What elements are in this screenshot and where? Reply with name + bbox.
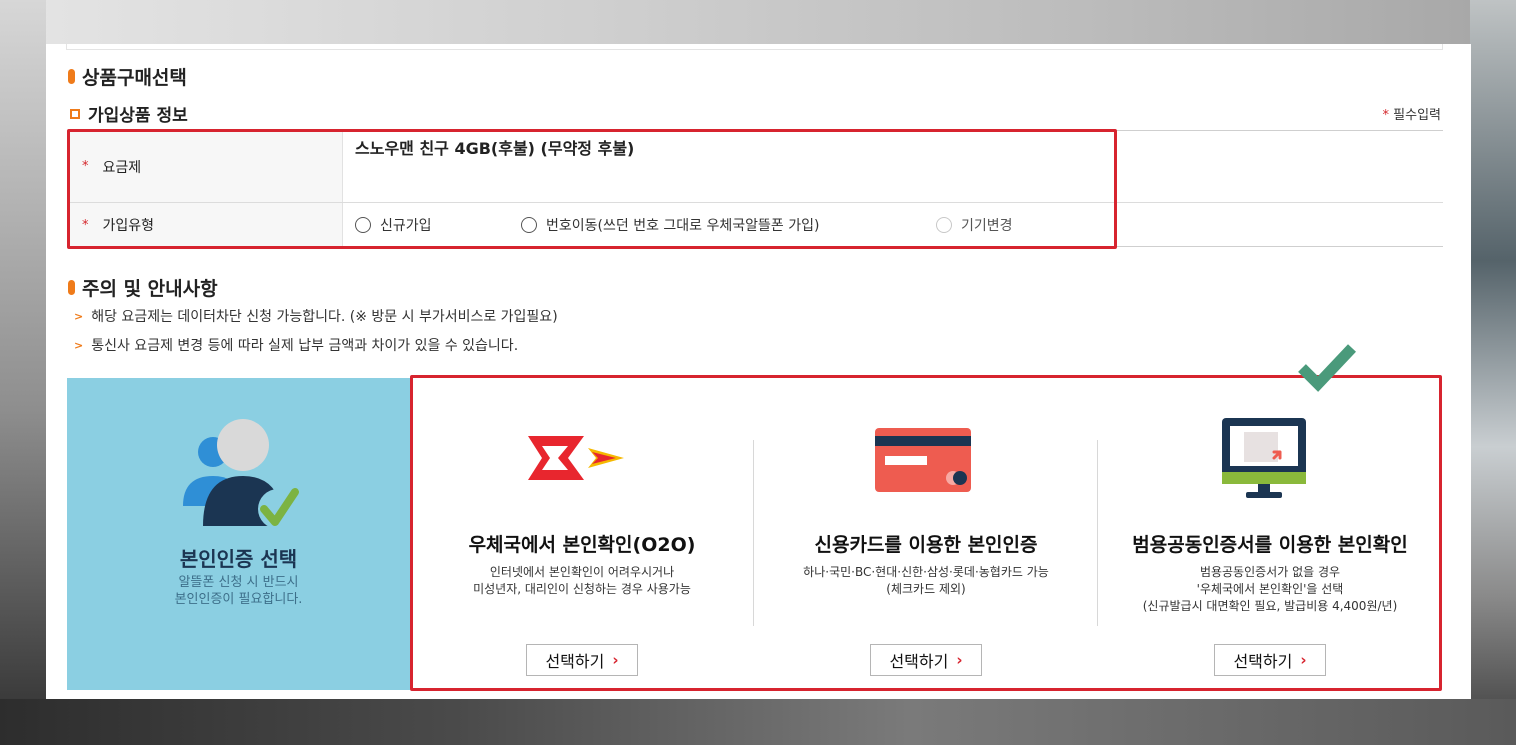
auth-desc-line: 본인인증이 필요합니다. bbox=[174, 592, 303, 607]
product-info-subtitle: 가입상품 정보 bbox=[70, 101, 188, 126]
required-note-text: 필수입력 bbox=[1393, 108, 1441, 123]
background-top bbox=[0, 0, 1516, 44]
required-note: * 필수입력 bbox=[1383, 104, 1441, 123]
highlight-box-product bbox=[67, 129, 1117, 249]
main-panel: 상품구매선택 가입상품 정보 * 필수입력 * 요금제 스노우맨 친구 4GB(… bbox=[46, 44, 1471, 699]
top-divider bbox=[66, 44, 1443, 50]
background-left bbox=[0, 0, 46, 745]
arrow-bullet-icon: > bbox=[74, 338, 84, 352]
highlight-box-auth-options bbox=[410, 375, 1442, 691]
notice-item: > 해당 요금제는 데이터차단 신청 가능합니다. (※ 방문 시 부가서비스로… bbox=[74, 306, 558, 326]
arrow-bullet-icon: > bbox=[74, 309, 84, 323]
background-bottom bbox=[0, 699, 1516, 745]
square-bullet-icon bbox=[70, 108, 80, 119]
section-title-product: 상품구매선택 bbox=[68, 63, 187, 90]
orange-bullet-icon bbox=[68, 69, 75, 84]
notice-text: 해당 요금제는 데이터차단 신청 가능합니다. (※ 방문 시 부가서비스로 가… bbox=[91, 309, 558, 325]
required-star: * bbox=[1382, 108, 1390, 123]
section-title-text: 주의 및 안내사항 bbox=[82, 278, 218, 300]
background-right bbox=[1470, 0, 1516, 745]
subtitle-text: 가입상품 정보 bbox=[88, 106, 188, 126]
auth-intro-panel: 본인인증 선택 알뜰폰 신청 시 반드시 본인인증이 필요합니다. bbox=[67, 378, 410, 690]
auth-desc: 알뜰폰 신청 시 반드시 본인인증이 필요합니다. bbox=[67, 574, 410, 608]
notice-text: 통신사 요금제 변경 등에 따라 실제 납부 금액과 차이가 있을 수 있습니다… bbox=[91, 338, 519, 354]
auth-desc-line: 알뜰폰 신청 시 반드시 bbox=[178, 575, 299, 590]
section-title-notice: 주의 및 안내사항 bbox=[68, 274, 218, 301]
orange-bullet-icon bbox=[68, 280, 75, 295]
auth-title: 본인인증 선택 bbox=[179, 547, 298, 571]
notice-item: > 통신사 요금제 변경 등에 따라 실제 납부 금액과 차이가 있을 수 있습… bbox=[74, 335, 518, 355]
checkmark-icon bbox=[1298, 344, 1356, 392]
user-verify-icon bbox=[183, 419, 299, 529]
section-title-text: 상품구매선택 bbox=[82, 67, 187, 89]
